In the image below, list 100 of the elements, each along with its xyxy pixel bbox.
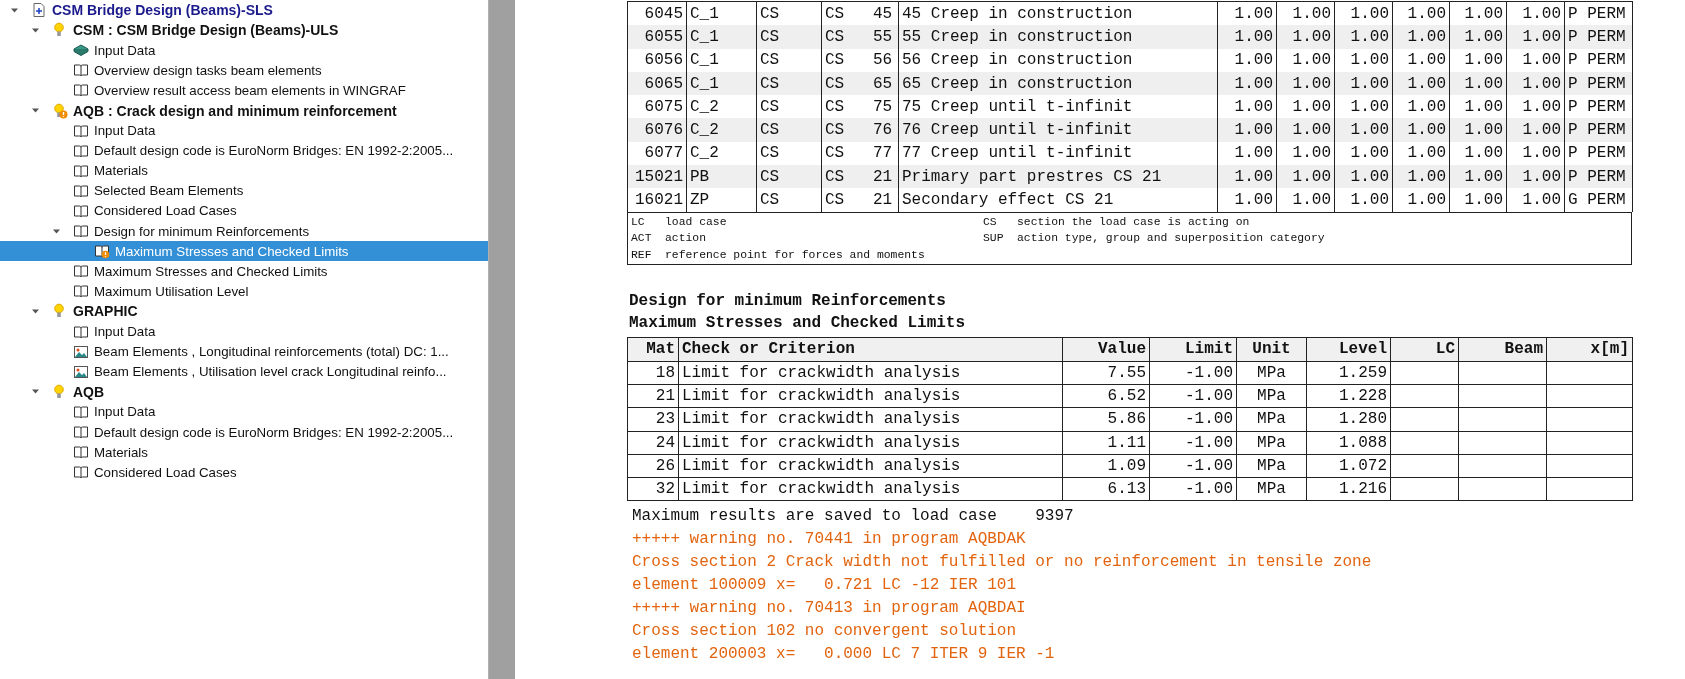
tree-item[interactable]: Materials xyxy=(0,442,488,463)
table-cell: P PERM xyxy=(1564,118,1633,142)
table-cell xyxy=(1390,454,1459,478)
tree-item[interactable]: CSM : CSM Bridge Design (Beams)-ULS xyxy=(0,20,488,41)
table-cell: 1.00 xyxy=(1449,188,1507,212)
column-header: Check or Criterion xyxy=(678,337,1063,362)
table-cell: CS 21 xyxy=(821,165,899,189)
table-cell: 21 xyxy=(627,384,679,408)
open-book-icon xyxy=(73,82,89,99)
table-cell: Limit for crackwidth analysis xyxy=(678,454,1063,478)
table-cell: 1.00 xyxy=(1334,188,1393,212)
open-book-icon xyxy=(73,283,89,300)
table-cell: 1.00 xyxy=(1449,48,1507,72)
table-cell: 1.00 xyxy=(1276,48,1335,72)
tree-item[interactable]: Selected Beam Elements xyxy=(0,180,488,201)
open-book-icon xyxy=(73,62,89,79)
table-cell: MPa xyxy=(1236,431,1307,455)
table-cell: 1.00 xyxy=(1276,188,1335,212)
open-book-icon xyxy=(73,424,89,440)
tree-item[interactable]: AQB : Crack design and minimum reinforcement xyxy=(0,100,488,121)
table-cell: 1.280 xyxy=(1306,407,1391,432)
table-cell xyxy=(1390,384,1459,408)
book-icon xyxy=(73,42,89,59)
table-cell: 1.00 xyxy=(1276,118,1335,142)
table-cell: 1.00 xyxy=(1217,25,1277,49)
table-cell: -1.00 xyxy=(1149,431,1237,455)
tree-item[interactable]: AQB xyxy=(0,381,488,402)
tree-item[interactable]: Maximum Stresses and Checked Limits xyxy=(0,261,488,282)
table-cell: 55 Creep in construction xyxy=(898,25,1218,49)
table-cell: C_1 xyxy=(686,25,757,49)
tree-item[interactable]: Input Data xyxy=(0,321,488,342)
tree-item[interactable]: Overview result access beam elements in WINGRAF xyxy=(0,80,488,101)
tree-item[interactable]: Input Data xyxy=(0,401,488,422)
tree-item[interactable]: Maximum Utilisation Level xyxy=(0,281,488,302)
tree-item[interactable]: GRAPHIC xyxy=(0,301,488,322)
table-cell: CS 55 xyxy=(821,25,899,49)
table-cell: 1.00 xyxy=(1506,188,1565,212)
legend-text: action xyxy=(665,231,706,247)
column-header: Level xyxy=(1306,337,1391,362)
table-cell: MPa xyxy=(1236,477,1307,501)
open-book-icon xyxy=(73,464,89,481)
table-cell: CS 56 xyxy=(821,48,899,72)
table-cell: 1.228 xyxy=(1306,384,1391,408)
table-cell: 1.00 xyxy=(1449,25,1507,49)
table-cell: 24 xyxy=(627,431,679,455)
table-cell: 1.00 xyxy=(1334,25,1393,49)
table-cell: 5.86 xyxy=(1062,407,1150,432)
tree-item[interactable]: Considered Load Cases xyxy=(0,200,488,222)
tree-item[interactable]: Beam Elements , Longitudinal reinforcements (total) DC: 1... xyxy=(0,341,488,362)
table-cell: 1.09 xyxy=(1062,454,1150,478)
legend-abbreviation: CS xyxy=(983,214,998,230)
table-cell: Limit for crackwidth analysis xyxy=(678,361,1063,385)
table-cell: 7.55 xyxy=(1062,361,1150,385)
tree-item[interactable]: CSM Bridge Design (Beams)-SLS xyxy=(0,0,488,21)
table-cell: CS xyxy=(756,25,822,49)
tree-item[interactable]: Materials xyxy=(0,160,488,181)
table-cell xyxy=(1390,431,1459,455)
table-cell: 1.00 xyxy=(1276,71,1335,96)
table-cell: 1.00 xyxy=(1217,165,1277,189)
table-cell: Limit for crackwidth analysis xyxy=(678,431,1063,455)
tree-item[interactable]: Design for minimum Reinforcements xyxy=(0,221,488,242)
tree-item[interactable]: Beam Elements , Utilisation level crack Longitudinal reinfo... xyxy=(0,361,488,382)
table-cell: -1.00 xyxy=(1149,454,1237,478)
table-cell: PB xyxy=(686,165,757,189)
table-cell: 1.00 xyxy=(1217,48,1277,72)
table-cell: MPa xyxy=(1236,361,1307,385)
table-cell: 1.00 xyxy=(1334,71,1393,96)
lightbulb-warning-icon xyxy=(52,102,68,119)
legend-abbreviation: REF xyxy=(631,247,653,263)
table-cell: -1.00 xyxy=(1149,361,1237,385)
legend-abbreviation: LC xyxy=(631,214,646,230)
open-book-icon xyxy=(73,444,89,461)
table-cell: 1.00 xyxy=(1506,25,1565,49)
table-cell xyxy=(1390,407,1459,432)
caret-down-icon[interactable] xyxy=(31,106,40,115)
tree-item[interactable]: Considered Load Cases xyxy=(0,462,488,483)
table-cell: Primary part prestres CS 21 xyxy=(898,165,1218,189)
table-cell: 1.00 xyxy=(1217,188,1277,212)
table-cell: 1.00 xyxy=(1449,165,1507,189)
table-cell: 6055 xyxy=(627,25,687,49)
table-cell: 1.00 xyxy=(1217,71,1277,96)
column-header: Unit xyxy=(1236,337,1307,362)
tree-item[interactable]: Input Data xyxy=(0,120,488,141)
column-header: x[m] xyxy=(1546,337,1633,362)
table-cell: CS 21 xyxy=(821,188,899,212)
table-cell: 56 Creep in construction xyxy=(898,48,1218,72)
tree-item[interactable]: Default design code is EuroNorm Bridges: EN 1992-2:2005... xyxy=(0,421,488,443)
table-cell: 76 Creep until t-infinit xyxy=(898,118,1218,142)
legend-abbreviation: ACT xyxy=(631,231,653,247)
table-cell: 1.00 xyxy=(1392,118,1450,142)
tree-item[interactable]: Input Data xyxy=(0,40,488,61)
warning-message: Cross section 102 no convergent solution xyxy=(632,621,1018,643)
table-cell: CS xyxy=(756,188,822,212)
table-cell: CS xyxy=(756,48,822,72)
tree-item[interactable]: Overview design tasks beam elements xyxy=(0,60,488,81)
table-cell: 1.00 xyxy=(1506,118,1565,142)
table-cell: -1.00 xyxy=(1149,384,1237,408)
table-cell: 1.11 xyxy=(1062,431,1150,455)
tree-item[interactable]: Default design code is EuroNorm Bridges: EN 1992-2:2005... xyxy=(0,140,488,161)
table-cell: 1.00 xyxy=(1449,71,1507,96)
